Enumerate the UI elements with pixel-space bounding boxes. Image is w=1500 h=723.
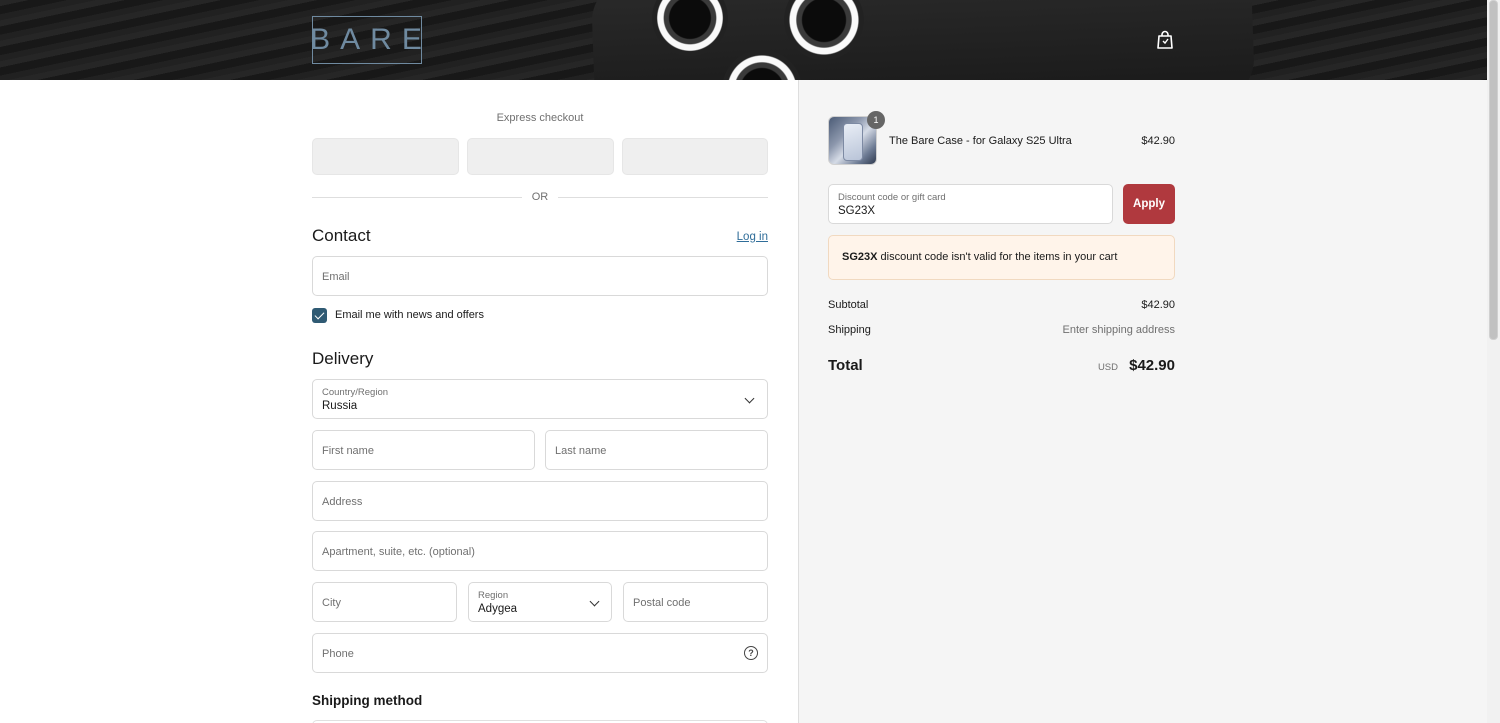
city-field[interactable]: City [312,582,457,622]
newsletter-option[interactable]: Email me with news and offers [312,307,484,323]
shipping-label: Shipping [828,324,871,336]
shipping-value: Enter shipping address [1062,324,1175,336]
help-icon[interactable]: ? [744,646,758,660]
alert-code: SG23X [842,251,878,263]
total-label: Total [828,357,863,374]
phone-field[interactable]: Phone ? [312,633,768,673]
city-placeholder: City [322,597,341,609]
express-pay-button[interactable] [312,138,459,175]
product-image [843,123,863,161]
apply-discount-button[interactable]: Apply [1123,184,1175,224]
last-name-field[interactable]: Last name [545,430,768,470]
brand-logo[interactable]: BARE [310,16,422,64]
apartment-placeholder: Apartment, suite, etc. (optional) [322,546,475,558]
alert-message: discount code isn't valid for the items … [877,251,1118,263]
header-banner: BARE [0,0,1487,80]
shipping-method-heading: Shipping method [312,693,423,708]
country-select[interactable]: Country/Region Russia [312,379,768,419]
currency-code: USD [1097,362,1118,373]
phone-placeholder: Phone [322,648,354,660]
email-field[interactable]: Email [312,256,768,296]
region-select[interactable]: Region Adygea [468,582,612,622]
total-amount: $42.90 [1129,357,1175,374]
or-label: OR [531,191,549,203]
postal-code-placeholder: Postal code [633,597,691,609]
total-row: Total USD $42.90 [828,357,1175,375]
discount-value: SG23X [838,205,876,217]
discount-label: Discount code or gift card [838,192,946,203]
product-name: The Bare Case - for Galaxy S25 Ultra [889,135,1072,147]
chevron-down-icon [744,393,755,404]
scrollbar-thumb[interactable] [1489,0,1498,340]
apartment-field[interactable]: Apartment, suite, etc. (optional) [312,531,768,571]
email-placeholder: Email [322,271,350,283]
chevron-down-icon [589,596,600,607]
express-checkout-title: Express checkout [496,112,584,124]
quantity-badge: 1 [867,111,885,129]
subtotal-label: Subtotal [828,299,869,311]
product-price: $42.90 [1141,135,1175,147]
scrollbar[interactable] [1487,0,1500,723]
express-pay-button[interactable] [622,138,768,175]
postal-code-field[interactable]: Postal code [623,582,768,622]
address-placeholder: Address [322,496,363,508]
divider-line [312,197,522,198]
express-pay-button[interactable] [467,138,614,175]
region-value: Adygea [478,603,518,615]
or-divider: OR [312,190,768,204]
order-summary-panel [798,80,1487,723]
product-thumbnail: 1 [828,111,885,165]
discount-code-field[interactable]: Discount code or gift card SG23X [828,184,1113,224]
first-name-placeholder: First name [322,445,374,457]
discount-error-alert: SG23X discount code isn't valid for the … [828,235,1175,280]
subtotal-value: $42.90 [1141,299,1175,311]
first-name-field[interactable]: First name [312,430,535,470]
region-label: Region [478,590,509,601]
contact-heading: Contact [312,226,371,245]
last-name-placeholder: Last name [555,445,607,457]
subtotal-row: Subtotal $42.90 [828,299,1175,311]
country-label: Country/Region [322,387,389,398]
login-link[interactable]: Log in [737,231,768,243]
address-field[interactable]: Address [312,481,768,521]
newsletter-checkbox[interactable] [312,307,327,323]
shipping-row: Shipping Enter shipping address [828,324,1175,336]
delivery-heading: Delivery [312,349,374,368]
shopping-bag-icon[interactable] [1156,30,1174,50]
divider-line [558,197,768,198]
newsletter-label: Email me with news and offers [335,309,484,321]
country-value: Russia [322,400,358,412]
